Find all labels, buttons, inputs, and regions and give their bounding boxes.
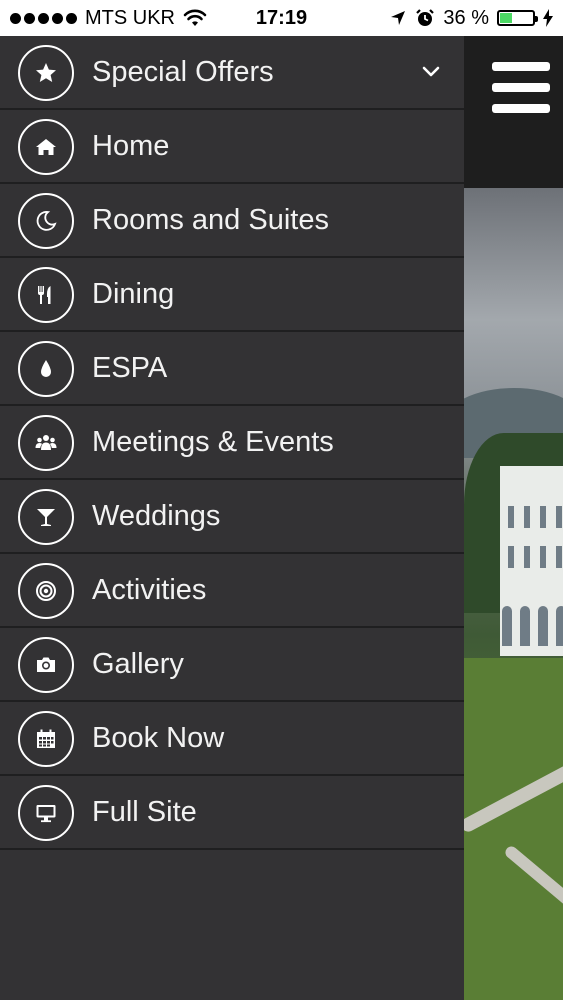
battery-level (500, 13, 513, 23)
menu-item-activities[interactable]: Activities (0, 554, 464, 628)
menu-item-label: ESPA (92, 352, 168, 384)
menu-item-label: Book Now (92, 722, 225, 754)
utensils-icon (18, 267, 74, 323)
drop-icon (18, 341, 74, 397)
menu-item-espa[interactable]: ESPA (0, 332, 464, 406)
menu-item-book-now[interactable]: Book Now (0, 702, 464, 776)
chevron-down-icon[interactable] (420, 60, 442, 82)
menu-item-label: Activities (92, 574, 207, 606)
menu-item-special-offers[interactable]: Special Offers (0, 36, 464, 110)
menu-item-label: Special Offers (92, 56, 274, 88)
menu-item-label: Full Site (92, 796, 197, 828)
menu-item-rooms-and-suites[interactable]: Rooms and Suites (0, 184, 464, 258)
menu-item-full-site[interactable]: Full Site (0, 776, 464, 850)
calendar-icon (18, 711, 74, 767)
hero-image (464, 188, 563, 1000)
menu-item-label: Meetings & Events (92, 426, 334, 458)
star-icon (18, 45, 74, 101)
side-menu: Special Offers Home Rooms and Suites Din… (0, 36, 464, 1000)
location-arrow-icon (391, 11, 406, 25)
battery-percent: 36 % (443, 6, 489, 29)
alarm-clock-icon (416, 9, 435, 26)
menu-item-dining[interactable]: Dining (0, 258, 464, 332)
menu-item-meetings-and-events[interactable]: Meetings & Events (0, 406, 464, 480)
home-icon (18, 119, 74, 175)
menu-item-label: Dining (92, 278, 175, 310)
status-right: 36 % (389, 0, 553, 36)
desktop-icon (18, 785, 74, 841)
app-header (464, 36, 563, 188)
wifi-icon (183, 9, 207, 26)
menu-item-home[interactable]: Home (0, 110, 464, 184)
carrier-name: MTS UKR (85, 6, 175, 29)
menu-item-weddings[interactable]: Weddings (0, 480, 464, 554)
target-icon (18, 563, 74, 619)
charging-bolt-icon (543, 9, 553, 27)
cocktail-icon (18, 489, 74, 545)
group-icon (18, 415, 74, 471)
menu-item-label: Home (92, 130, 170, 162)
signal-strength-icon (10, 12, 77, 24)
camera-icon (18, 637, 74, 693)
status-left: MTS UKR (10, 0, 207, 36)
status-bar: MTS UKR 17:19 36 % (0, 0, 563, 36)
battery-icon (497, 10, 538, 26)
main-content (464, 36, 563, 1000)
menu-item-gallery[interactable]: Gallery (0, 628, 464, 702)
menu-item-label: Gallery (92, 648, 184, 680)
menu-item-label: Weddings (92, 500, 221, 532)
moon-icon (18, 193, 74, 249)
menu-item-label: Rooms and Suites (92, 204, 329, 236)
hamburger-menu-icon[interactable] (492, 62, 550, 114)
status-time: 17:19 (255, 6, 308, 29)
